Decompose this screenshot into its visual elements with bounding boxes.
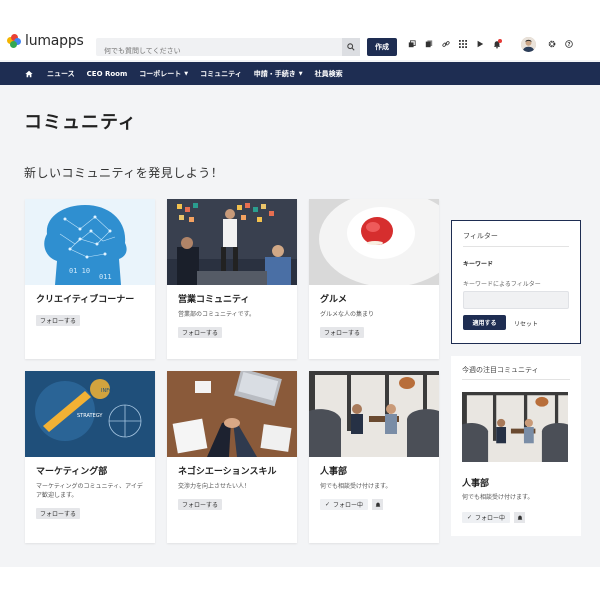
featured-title: 今週の注目コミュニティ: [462, 366, 539, 374]
divider: [463, 246, 569, 247]
toolbar-icons: [408, 39, 502, 48]
card-image-sales: [167, 199, 297, 285]
logo-text: lumapps: [25, 33, 84, 49]
link-icon[interactable]: [442, 40, 450, 48]
app-frame: lumapps 作成: [0, 22, 600, 567]
card-description: 交渉力を向上させたい人！: [178, 483, 251, 490]
create-button[interactable]: 作成: [367, 38, 397, 56]
reset-button[interactable]: リセット: [514, 319, 538, 328]
card-image-creative: 01 10 011: [25, 199, 155, 285]
chevron-down-icon: ▼: [184, 70, 189, 77]
keyword-hint: キーワードによるフィルター: [463, 281, 541, 288]
keyword-input[interactable]: [463, 291, 569, 309]
follow-button[interactable]: フォローする: [178, 327, 223, 338]
check-icon: ✓: [467, 514, 473, 521]
card-title: マーケティング部: [36, 467, 108, 477]
card-title: 人事部: [320, 467, 348, 477]
help-icon[interactable]: ?: [565, 40, 573, 48]
follow-button[interactable]: フォローする: [320, 327, 365, 338]
svg-text:01 10: 01 10: [69, 267, 90, 275]
card-title: ネゴシエーションスキル: [178, 467, 277, 477]
logo[interactable]: lumapps: [7, 33, 84, 49]
community-card[interactable]: グルメ グルメな人の集まり フォローする: [309, 199, 439, 359]
card-description: 何でも相談受け付けます。: [320, 483, 392, 490]
featured-community-panel: 今週の注目コミュニティ 人事部 何でも相談受け付けます。 ✓ フォロー中: [451, 356, 581, 536]
card-image-hr: [309, 371, 439, 457]
nav-item-community[interactable]: コミュニティ: [200, 69, 242, 79]
filter-panel: フィルター キーワード キーワードによるフィルター 適用する リセット: [451, 220, 581, 344]
card-title: 営業コミュニティ: [178, 295, 250, 305]
card-image-negotiation: [167, 371, 297, 457]
apply-button[interactable]: 適用する: [463, 315, 506, 330]
card-title: クリエイティブコーナー: [36, 295, 135, 305]
following-button[interactable]: ✓ フォロー中: [462, 512, 511, 523]
bell-icon: [375, 502, 380, 507]
check-icon: ✓: [325, 501, 331, 508]
follow-button[interactable]: フォローする: [36, 315, 81, 326]
avatar[interactable]: [521, 37, 536, 52]
nav-item-applications[interactable]: 申請・手続き ▼: [254, 69, 303, 79]
main-nav: ニュース CEO Room コーポレート ▼ コミュニティ 申請・手続き ▼ 社員検…: [0, 62, 600, 85]
bell-icon: [517, 515, 522, 520]
gear-icon[interactable]: [548, 40, 556, 48]
top-bar: lumapps 作成: [0, 22, 600, 60]
keyword-label: キーワード: [463, 261, 494, 268]
featured-actions: ✓ フォロー中: [462, 504, 526, 523]
bell-icon[interactable]: [493, 39, 502, 48]
chevron-down-icon: ▼: [298, 70, 303, 77]
home-icon: [25, 70, 33, 77]
community-card[interactable]: 01 10 011 クリエイティブコーナー フォローする: [25, 199, 155, 359]
page-title: コミュニティ: [24, 112, 137, 133]
grid-icon[interactable]: [459, 40, 467, 48]
copy-icon[interactable]: [425, 40, 433, 48]
divider: [462, 379, 570, 380]
card-image-marketing: STRATEGY INFO: [25, 371, 155, 457]
section-title: 新しいコミュニティを発見しよう！: [24, 166, 224, 180]
community-card[interactable]: 営業コミュニティ 営業部のコミュニティです。 フォローする: [167, 199, 297, 359]
card-description: 営業部のコミュニティです。: [178, 311, 256, 318]
svg-text:INFO: INFO: [101, 388, 113, 394]
card-title: グルメ: [320, 295, 348, 305]
nav-item-corporate[interactable]: コーポレート ▼: [139, 69, 188, 79]
community-card[interactable]: 人事部 何でも相談受け付けます。 ✓ フォロー中: [309, 371, 439, 543]
nav-item-ceo-room[interactable]: CEO Room: [87, 70, 128, 78]
featured-image[interactable]: [462, 392, 568, 462]
card-description: グルメな人の集まり: [320, 311, 375, 318]
search-button[interactable]: [342, 38, 360, 56]
notification-dot: [498, 39, 502, 43]
card-image-gourmet: [309, 199, 439, 285]
nav-home[interactable]: [25, 70, 33, 78]
card-description: マーケティングのコミュニティ、アイデア歓迎します。: [36, 483, 143, 499]
search-bar: [96, 38, 360, 60]
stack-icon[interactable]: [408, 40, 416, 48]
nav-item-employee-search[interactable]: 社員検索: [315, 69, 343, 79]
follow-button[interactable]: フォローする: [36, 508, 81, 519]
lumapps-logo-icon: [7, 34, 21, 48]
search-icon: [347, 43, 355, 51]
community-card[interactable]: ネゴシエーションスキル 交渉力を向上させたい人！ フォローする: [167, 371, 297, 543]
notification-bell-button[interactable]: [514, 512, 526, 523]
follow-button[interactable]: フォローする: [178, 499, 223, 510]
featured-description: 何でも相談受け付けます。: [462, 494, 534, 501]
nav-item-news[interactable]: ニュース: [47, 69, 75, 79]
community-card[interactable]: STRATEGY INFO マーケティング部 マーケティングのコミュニティ、アイ…: [25, 371, 155, 543]
filter-title: フィルター: [463, 232, 498, 240]
notification-bell-button[interactable]: [372, 499, 384, 510]
search-input[interactable]: [96, 42, 336, 60]
toolbar-right: ?: [548, 40, 573, 48]
play-icon[interactable]: [476, 40, 484, 48]
svg-text:011: 011: [99, 273, 112, 281]
following-button[interactable]: ✓ フォロー中: [320, 499, 369, 510]
svg-text:STRATEGY: STRATEGY: [77, 413, 103, 419]
svg-text:?: ?: [567, 42, 570, 48]
featured-name: 人事部: [462, 479, 490, 489]
